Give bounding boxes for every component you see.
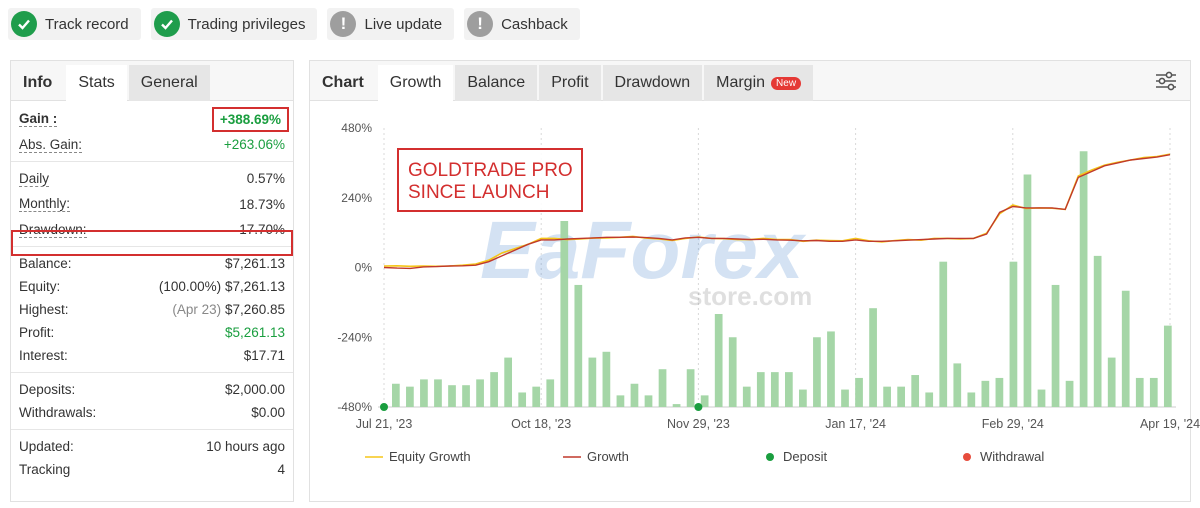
profit-value: $5,261.13 (224, 325, 285, 340)
updated-label: Updated: (19, 439, 74, 454)
stats-panel: Info Stats General Gain : +388.69% Abs. … (10, 60, 294, 502)
stat-equity: Equity: (100.00%) $7,261.13 (19, 275, 285, 298)
stats-list: Gain : +388.69% Abs. Gain: +263.06% Dail… (11, 101, 293, 481)
tab-margin-label: Margin (716, 74, 766, 91)
equity-percent: (100.00%) (158, 279, 222, 294)
balance-value: $7,261.13 (224, 256, 285, 271)
badge-live-update: ! Live update (327, 8, 455, 40)
chart-tab-bar: Chart Growth Balance Profit Drawdown Mar… (310, 61, 1190, 101)
checkmark-icon (11, 11, 37, 37)
badge-label: Trading privileges (187, 15, 306, 33)
stat-withdrawals: Withdrawals: $0.00 (19, 401, 285, 424)
badge-trading-privileges: Trading privileges (150, 8, 318, 40)
tracking-label: Tracking (19, 462, 71, 477)
tab-general[interactable]: General (128, 65, 210, 101)
badge-label: Cashback (501, 15, 568, 33)
stat-tracking: Tracking 4 (19, 458, 285, 481)
withdrawals-value: $0.00 (251, 405, 285, 420)
tab-chart[interactable]: Chart (310, 65, 376, 101)
interest-value: $17.71 (243, 348, 285, 363)
highest-value: (Apr 23) $7,260.85 (172, 302, 285, 317)
stat-interest: Interest: $17.71 (19, 344, 285, 367)
divider (11, 372, 293, 373)
exclamation-icon: ! (467, 11, 494, 37)
highest-label: Highest: (19, 302, 69, 317)
daily-value: 0.57% (246, 171, 285, 186)
equity-label: Equity: (19, 279, 61, 294)
stat-abs-gain: Abs. Gain: +263.06% (19, 133, 285, 156)
tab-drawdown[interactable]: Drawdown (602, 65, 703, 101)
withdrawals-label: Withdrawals: (19, 405, 97, 420)
stat-deposits: Deposits: $2,000.00 (19, 378, 285, 401)
highest-amount: $7,260.85 (224, 302, 285, 317)
checkmark-icon (153, 11, 180, 37)
badge-track-record: Track record (8, 8, 141, 40)
drawdown-highlight-box (11, 230, 293, 256)
deposits-label: Deposits: (19, 382, 76, 397)
monthly-value: 18.73% (239, 196, 285, 212)
stat-monthly: Monthly: 18.73% (19, 190, 285, 218)
gain-value: +388.69% (211, 106, 289, 132)
exclamation-icon: ! (330, 11, 357, 37)
balance-label: Balance: (19, 256, 72, 271)
interest-label: Interest: (19, 348, 68, 363)
badge-label: Track record (45, 15, 129, 33)
chart-panel: Chart Growth Balance Profit Drawdown Mar… (309, 60, 1191, 502)
daily-label: Daily (19, 170, 50, 187)
tracking-value: 4 (277, 462, 285, 477)
stat-daily: Daily 0.57% (19, 167, 285, 190)
abs-gain-value: +263.06% (223, 137, 285, 152)
stat-profit: Profit: $5,261.13 (19, 321, 285, 344)
tab-growth[interactable]: Growth (377, 65, 454, 101)
updated-value: 10 hours ago (206, 439, 285, 454)
badge-cashback: ! Cashback (464, 8, 580, 40)
tab-profit[interactable]: Profit (539, 65, 601, 101)
tab-info[interactable]: Info (11, 65, 64, 101)
divider (11, 161, 293, 162)
settings-sliders-icon[interactable] (1154, 71, 1178, 96)
status-badges: Track record Trading privileges! Live upda… (8, 8, 580, 40)
divider (11, 429, 293, 430)
stat-updated: Updated: 10 hours ago (19, 435, 285, 458)
new-badge: New (771, 76, 802, 90)
tab-margin[interactable]: Margin New (704, 65, 814, 101)
tab-stats[interactable]: Stats (66, 65, 127, 101)
profit-label: Profit: (19, 325, 55, 340)
left-tab-bar: Info Stats General (11, 61, 293, 101)
badge-label: Live update (364, 15, 443, 33)
equity-amount: $7,261.13 (224, 279, 285, 294)
equity-value: (100.00%) $7,261.13 (159, 279, 285, 294)
abs-gain-label: Abs. Gain: (19, 136, 83, 153)
tab-balance[interactable]: Balance (455, 65, 538, 101)
monthly-label: Monthly: (19, 196, 71, 212)
stat-gain: Gain : +388.69% (19, 105, 289, 133)
gain-label: Gain : (19, 111, 58, 127)
deposits-value: $2,000.00 (224, 382, 285, 397)
stat-highest: Highest: (Apr 23) $7,260.85 (19, 298, 285, 321)
highest-date: (Apr 23) (172, 302, 222, 317)
